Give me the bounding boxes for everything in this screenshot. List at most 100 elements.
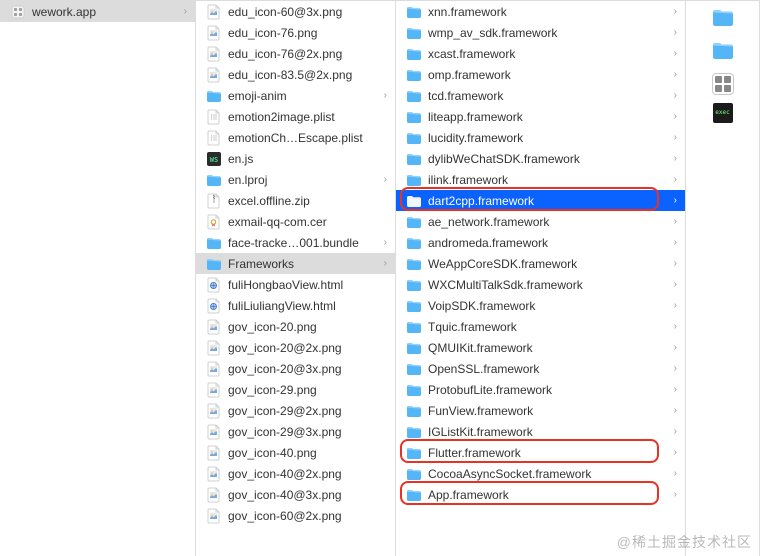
file-row[interactable]: VoipSDK.framework › <box>396 295 685 316</box>
folder-icon <box>406 151 422 167</box>
png-icon <box>206 445 222 461</box>
file-row[interactable]: Frameworks› <box>196 253 395 274</box>
file-row[interactable]: ae_network.framework› <box>396 211 685 232</box>
chevron-right-icon: › <box>674 174 677 185</box>
file-row[interactable]: ProtobufLite.framework› <box>396 379 685 400</box>
file-row[interactable]: edu_icon-76.png <box>196 22 395 43</box>
file-row[interactable]: liteapp.framework› <box>396 106 685 127</box>
file-row[interactable]: Flutter.framework› <box>396 442 685 463</box>
file-row[interactable]: App.framework › <box>396 484 685 505</box>
file-row[interactable]: lucidity.framework› <box>396 127 685 148</box>
file-row[interactable]: gov_icon-40.png <box>196 442 395 463</box>
folder-icon <box>406 25 422 41</box>
file-name-label: fuliHongbaoView.html <box>228 278 387 292</box>
chevron-right-icon: › <box>674 258 677 269</box>
chevron-right-icon: › <box>674 300 677 311</box>
folder-icon <box>406 193 422 209</box>
file-row[interactable]: dylibWeChatSDK.framework› <box>396 148 685 169</box>
png-icon <box>206 508 222 524</box>
file-row[interactable]: gov_icon-40@2x.png <box>196 463 395 484</box>
file-row[interactable]: gov_icon-29@2x.png <box>196 400 395 421</box>
folder-icon <box>406 172 422 188</box>
file-name-label: VoipSDK.framework <box>428 299 668 313</box>
file-name-label: liteapp.framework <box>428 110 668 124</box>
chevron-right-icon: › <box>674 237 677 248</box>
file-row[interactable]: emoji-anim › <box>196 85 395 106</box>
png-icon <box>206 382 222 398</box>
png-icon <box>206 466 222 482</box>
file-row[interactable]: gov_icon-20.png <box>196 316 395 337</box>
file-row[interactable]: fuliLiuliangView.html <box>196 295 395 316</box>
file-row[interactable]: excel.offline.zip <box>196 190 395 211</box>
file-row[interactable]: wework.app› <box>0 1 195 22</box>
chevron-right-icon: › <box>674 468 677 479</box>
file-name-label: Flutter.framework <box>428 446 668 460</box>
file-row[interactable]: wmp_av_sdk.framework› <box>396 22 685 43</box>
chevron-right-icon: › <box>674 342 677 353</box>
file-row[interactable]: edu_icon-76@2x.png <box>196 43 395 64</box>
file-row[interactable]: gov_icon-60@2x.png <box>196 505 395 526</box>
folder-icon <box>406 487 422 503</box>
file-row[interactable]: xcast.framework› <box>396 43 685 64</box>
folder-icon <box>406 445 422 461</box>
file-row[interactable]: face-tracke…001.bundle› <box>196 232 395 253</box>
file-row[interactable]: en.lproj› <box>196 169 395 190</box>
file-row[interactable]: emotionCh…Escape.plist <box>196 127 395 148</box>
file-row[interactable]: emotion2image.plist <box>196 106 395 127</box>
file-row[interactable]: gov_icon-29.png <box>196 379 395 400</box>
file-row[interactable]: WXCMultiTalkSdk.framework› <box>396 274 685 295</box>
file-row[interactable]: IGListKit.framework› <box>396 421 685 442</box>
file-row[interactable]: en.js <box>196 148 395 169</box>
chevron-right-icon: › <box>674 195 677 206</box>
file-name-label: gov_icon-20@2x.png <box>228 341 387 355</box>
file-name-label: gov_icon-29@3x.png <box>228 425 387 439</box>
file-row[interactable]: gov_icon-40@3x.png <box>196 484 395 505</box>
chevron-right-icon: › <box>674 489 677 500</box>
file-name-label: gov_icon-40.png <box>228 446 387 460</box>
file-row[interactable]: edu_icon-83.5@2x.png <box>196 64 395 85</box>
file-name-label: OpenSSL.framework <box>428 362 668 376</box>
file-row[interactable]: fuliHongbaoView.html <box>196 274 395 295</box>
preview-thumbnail[interactable] <box>712 40 734 65</box>
file-row[interactable]: gov_icon-20@2x.png <box>196 337 395 358</box>
chevron-right-icon: › <box>674 132 677 143</box>
preview-thumbnail[interactable] <box>712 73 734 95</box>
chevron-right-icon: › <box>384 237 387 248</box>
file-name-label: tcd.framework <box>428 89 668 103</box>
file-name-label: emoji-anim <box>228 89 378 103</box>
column-1: wework.app› <box>0 1 196 556</box>
file-row[interactable]: WeAppCoreSDK.framework› <box>396 253 685 274</box>
file-row[interactable]: dart2cpp.framework› <box>396 190 685 211</box>
file-row[interactable]: Tquic.framework› <box>396 316 685 337</box>
file-row[interactable]: andromeda.framework› <box>396 232 685 253</box>
file-row[interactable]: exmail-qq-com.cer <box>196 211 395 232</box>
file-name-label: excel.offline.zip <box>228 194 387 208</box>
file-row[interactable]: CocoaAsyncSocket.framework› <box>396 463 685 484</box>
file-row[interactable]: edu_icon-60@3x.png <box>196 1 395 22</box>
file-row[interactable]: xnn.framework› <box>396 1 685 22</box>
plist-icon <box>206 109 222 125</box>
preview-thumbnail[interactable]: exec <box>713 103 733 123</box>
chevron-right-icon: › <box>674 153 677 164</box>
file-row[interactable]: ilink.framework› <box>396 169 685 190</box>
png-icon <box>206 4 222 20</box>
chevron-right-icon: › <box>384 90 387 101</box>
png-icon <box>206 487 222 503</box>
plist-icon <box>206 130 222 146</box>
file-name-label: edu_icon-60@3x.png <box>228 5 387 19</box>
file-row[interactable]: FunView.framework› <box>396 400 685 421</box>
file-row[interactable]: gov_icon-29@3x.png <box>196 421 395 442</box>
chevron-right-icon: › <box>674 27 677 38</box>
preview-thumbnail[interactable] <box>712 7 734 32</box>
file-name-label: gov_icon-20@3x.png <box>228 362 387 376</box>
file-row[interactable]: tcd.framework› <box>396 85 685 106</box>
file-name-label: xnn.framework <box>428 5 668 19</box>
file-name-label: ProtobufLite.framework <box>428 383 668 397</box>
file-name-label: edu_icon-76@2x.png <box>228 47 387 61</box>
file-name-label: App.framework <box>428 488 668 502</box>
file-row[interactable]: OpenSSL.framework› <box>396 358 685 379</box>
file-name-label: edu_icon-76.png <box>228 26 387 40</box>
file-row[interactable]: gov_icon-20@3x.png <box>196 358 395 379</box>
file-row[interactable]: QMUIKit.framework› <box>396 337 685 358</box>
file-row[interactable]: omp.framework› <box>396 64 685 85</box>
